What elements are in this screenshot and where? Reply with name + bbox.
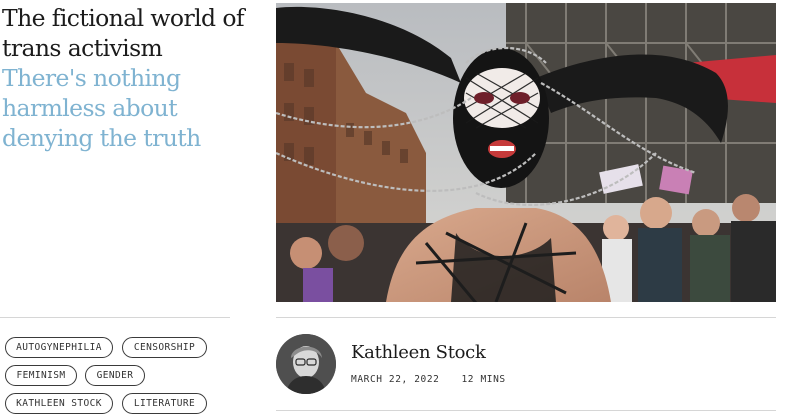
article-meta: MARCH 22, 2022 12 MINS [351,374,506,385]
tag-censorship[interactable]: CENSORSHIP [122,337,207,358]
article-headline[interactable]: The fictional world of trans activism Th… [2,3,264,153]
tag-autogynephilia[interactable]: AUTOGYNEPHILIA [5,337,113,358]
author-byline: Kathleen Stock MARCH 22, 2022 12 MINS [276,334,776,394]
author-avatar[interactable] [276,334,336,394]
article-subtitle: There's nothing harmless about denying t… [2,64,201,152]
divider-left [0,317,230,318]
tag-literature[interactable]: LITERATURE [122,393,207,414]
hero-photo-illustration [276,3,776,302]
author-name[interactable]: Kathleen Stock [351,342,486,363]
article-title[interactable]: The fictional world of trans activism [2,3,264,63]
read-time: 12 MINS [461,374,506,385]
tag-feminism[interactable]: FEMINISM [5,365,77,386]
tag-gender[interactable]: GENDER [85,365,145,386]
divider-right [276,317,776,318]
publish-date: MARCH 22, 2022 [351,374,440,385]
author-portrait-icon [276,334,336,394]
divider-bottom [276,410,776,411]
tag-kathleen-stock[interactable]: KATHLEEN STOCK [5,393,113,414]
hero-image[interactable] [276,3,776,302]
